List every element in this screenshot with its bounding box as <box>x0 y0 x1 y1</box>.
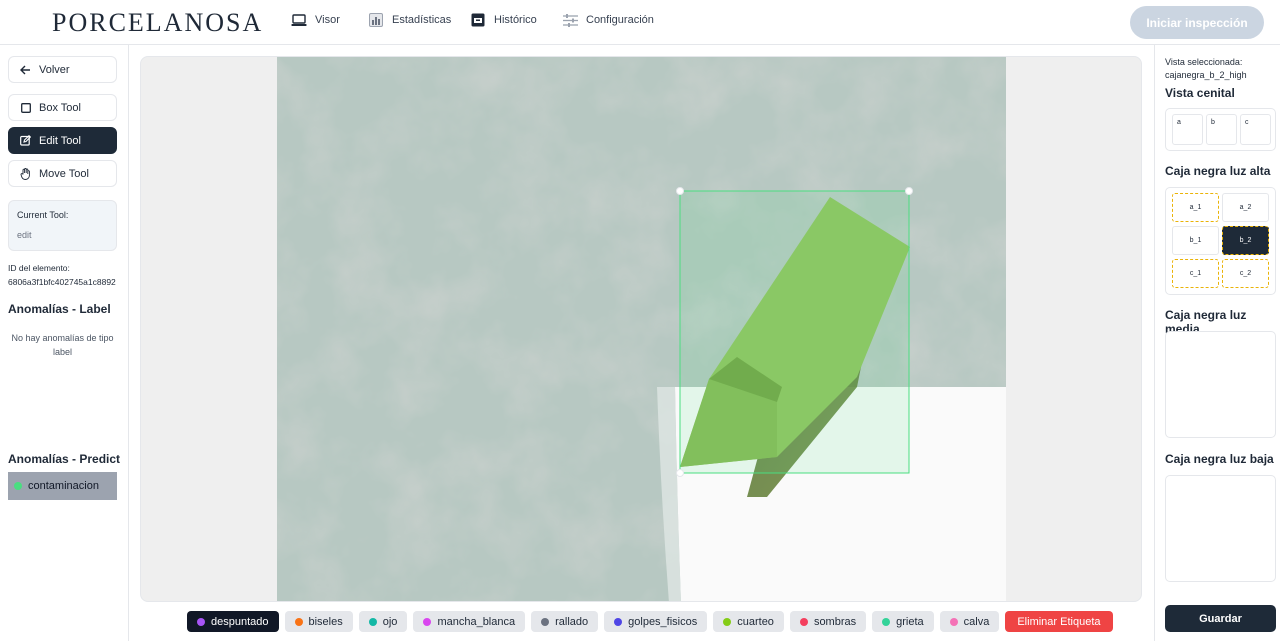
nav-label: Estadísticas <box>392 14 452 26</box>
save-button[interactable]: Guardar <box>1165 605 1276 632</box>
nav-label: Visor <box>315 14 340 26</box>
image-canvas[interactable] <box>140 56 1142 602</box>
label-chip-cuarteo[interactable]: cuarteo <box>713 611 784 632</box>
tool-label: Box Tool <box>39 101 81 114</box>
top-bar: PORCELANOSA Visor Estadísticas Histórico… <box>0 0 1280 45</box>
tool-label: Edit Tool <box>39 134 81 147</box>
anomalies-label-title: Anomalías - Label <box>8 302 111 316</box>
move-tool-button[interactable]: Move Tool <box>8 160 117 187</box>
color-dot <box>799 617 808 626</box>
view-cell-a2[interactable]: a_2 <box>1222 193 1269 222</box>
cenital-box: a b c <box>1165 108 1276 151</box>
color-dot <box>294 617 303 626</box>
edit-icon <box>20 135 31 146</box>
selected-view-label: Vista seleccionada: <box>1165 57 1243 67</box>
selected-view-value: cajanegra_b_2_high <box>1165 70 1247 80</box>
inspection-image <box>277 57 1006 601</box>
color-dot <box>723 617 732 626</box>
baja-box <box>1165 475 1276 582</box>
back-label: Volver <box>39 63 70 76</box>
anomalies-predict-title: Anomalías - Predict <box>8 452 121 466</box>
view-cell-c[interactable]: c <box>1240 114 1271 145</box>
predict-item[interactable]: contaminacion <box>8 472 117 500</box>
label-chip-rallado[interactable]: rallado <box>531 611 599 632</box>
color-dot <box>423 617 432 626</box>
view-cell-b1[interactable]: b_1 <box>1172 226 1219 255</box>
current-tool-value: edit <box>17 230 32 240</box>
no-anomalies-text: No hay anomalías de tipo label <box>11 333 114 357</box>
nav-configuracion[interactable]: Configuración <box>562 13 654 27</box>
label-chip-grieta[interactable]: grieta <box>872 611 934 632</box>
label-chip-golpes-fisicos[interactable]: golpes_fisicos <box>604 611 708 632</box>
label-chip-despuntado[interactable]: despuntado <box>187 611 279 632</box>
nav-historico[interactable]: Histórico <box>470 13 537 27</box>
color-dot <box>614 617 623 626</box>
view-cell-b2[interactable]: b_2 <box>1222 226 1269 255</box>
view-cell-b[interactable]: b <box>1206 114 1237 145</box>
chip-label: mancha_blanca <box>437 615 516 628</box>
nav-estadisticas[interactable]: Estadísticas <box>368 13 451 27</box>
chip-label: ojo <box>382 615 398 628</box>
hand-icon <box>20 167 31 180</box>
chip-label: calva <box>963 615 990 628</box>
box-tool-button[interactable]: Box Tool <box>8 94 117 121</box>
color-dot <box>14 482 22 490</box>
laptop-icon <box>291 13 307 27</box>
right-panel: Vista seleccionada: cajanegra_b_2_high V… <box>1154 45 1280 641</box>
color-dot <box>882 617 891 626</box>
element-id-label: ID del elemento: <box>8 263 70 273</box>
view-cell-c1[interactable]: c_1 <box>1172 259 1219 288</box>
label-chip-ojo[interactable]: ojo <box>358 611 408 632</box>
back-button[interactable]: Volver <box>8 56 117 83</box>
start-inspection-button[interactable]: Iniciar inspección <box>1130 6 1264 39</box>
predict-item-label: contaminacion <box>28 480 99 492</box>
sliders-icon <box>562 13 578 27</box>
chip-label: grieta <box>896 615 924 628</box>
color-dot <box>197 617 205 626</box>
chip-label: golpes_fisicos <box>628 615 698 628</box>
cenital-title: Vista cenital <box>1165 86 1235 100</box>
arrow-left-icon <box>20 64 31 75</box>
chip-label: biseles <box>308 615 343 628</box>
chip-label: sombras <box>813 615 857 628</box>
color-dot <box>949 617 958 626</box>
archive-icon <box>470 13 486 27</box>
nav-label: Configuración <box>586 14 654 26</box>
square-icon <box>20 102 31 113</box>
brand-logo: PORCELANOSA <box>52 8 264 37</box>
current-tool-card: Current Tool: edit <box>8 200 117 251</box>
chip-label: rallado <box>555 615 589 628</box>
view-cell-c2[interactable]: c_2 <box>1222 259 1269 288</box>
tool-label: Move Tool <box>39 167 89 180</box>
chip-label: despuntado <box>211 615 269 628</box>
media-box <box>1165 331 1276 438</box>
nav-visor[interactable]: Visor <box>291 13 340 27</box>
nav-label: Histórico <box>494 14 537 26</box>
baja-title: Caja negra luz baja <box>1165 452 1274 466</box>
element-id-value: 6806a3f1bfc402745a1c8892 <box>8 277 116 287</box>
label-chip-sombras[interactable]: sombras <box>789 611 867 632</box>
edit-tool-button[interactable]: Edit Tool <box>8 127 117 154</box>
label-chip-biseles[interactable]: biseles <box>284 611 353 632</box>
labels-bar: despuntado biseles ojo mancha_blanca ral… <box>187 611 1113 632</box>
label-chip-mancha-blanca[interactable]: mancha_blanca <box>413 611 526 632</box>
bar-chart-icon <box>368 13 384 27</box>
view-cell-a1[interactable]: a_1 <box>1172 193 1219 222</box>
left-panel: Volver Box Tool Edit Tool Move Tool Curr… <box>0 45 129 641</box>
chip-label: cuarteo <box>737 615 774 628</box>
label-chip-calva[interactable]: calva <box>939 611 1000 632</box>
view-cell-a[interactable]: a <box>1172 114 1203 145</box>
alta-title: Caja negra luz alta <box>1165 164 1271 178</box>
delete-label-button[interactable]: Eliminar Etiqueta <box>1005 611 1113 632</box>
current-tool-label: Current Tool: <box>17 210 69 220</box>
alta-box: a_1 a_2 b_1 b_2 c_1 c_2 <box>1165 187 1276 295</box>
color-dot <box>368 617 377 626</box>
color-dot <box>541 617 550 626</box>
